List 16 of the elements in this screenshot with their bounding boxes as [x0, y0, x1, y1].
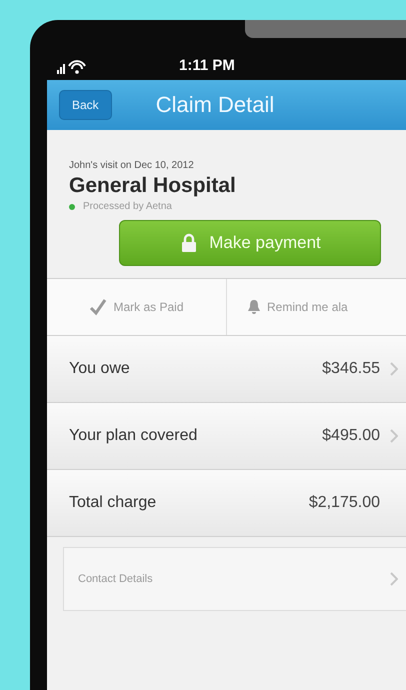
- amount-row[interactable]: You owe $346.55: [47, 336, 406, 403]
- amount-row[interactable]: Your plan covered $495.00: [47, 403, 406, 470]
- screen-title: Claim Detail: [156, 92, 274, 118]
- visit-date: John's visit on Dec 10, 2012: [69, 160, 195, 171]
- status-time: 1:11 PM: [179, 57, 235, 74]
- checkmark-icon: [89, 298, 108, 316]
- bell-icon: [247, 299, 261, 315]
- back-button[interactable]: Back: [59, 90, 112, 120]
- action-button[interactable]: Remind me ala: [227, 279, 348, 335]
- action-button[interactable]: Mark as Paid: [47, 279, 227, 335]
- amount-row[interactable]: Total charge $2,175.00: [47, 470, 406, 537]
- contact-details-row[interactable]: Contact Details: [63, 547, 406, 611]
- make-payment-button[interactable]: Make payment: [119, 220, 381, 266]
- status-dot: [69, 204, 75, 210]
- provider-name: General Hospital: [69, 174, 237, 198]
- claim-status: Processed by Aetna: [83, 201, 172, 212]
